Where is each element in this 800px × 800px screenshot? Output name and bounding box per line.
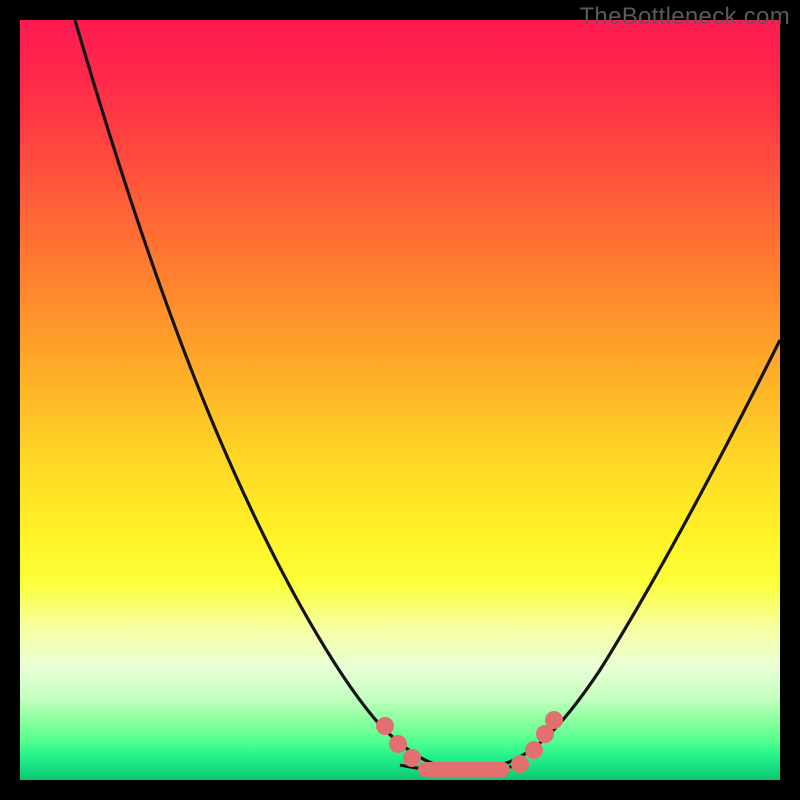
bottleneck-curve [20,20,780,780]
right-curve [490,340,780,768]
left-curve [75,20,450,768]
plot-frame [20,20,780,780]
watermark-text: TheBottleneck.com [579,3,790,31]
